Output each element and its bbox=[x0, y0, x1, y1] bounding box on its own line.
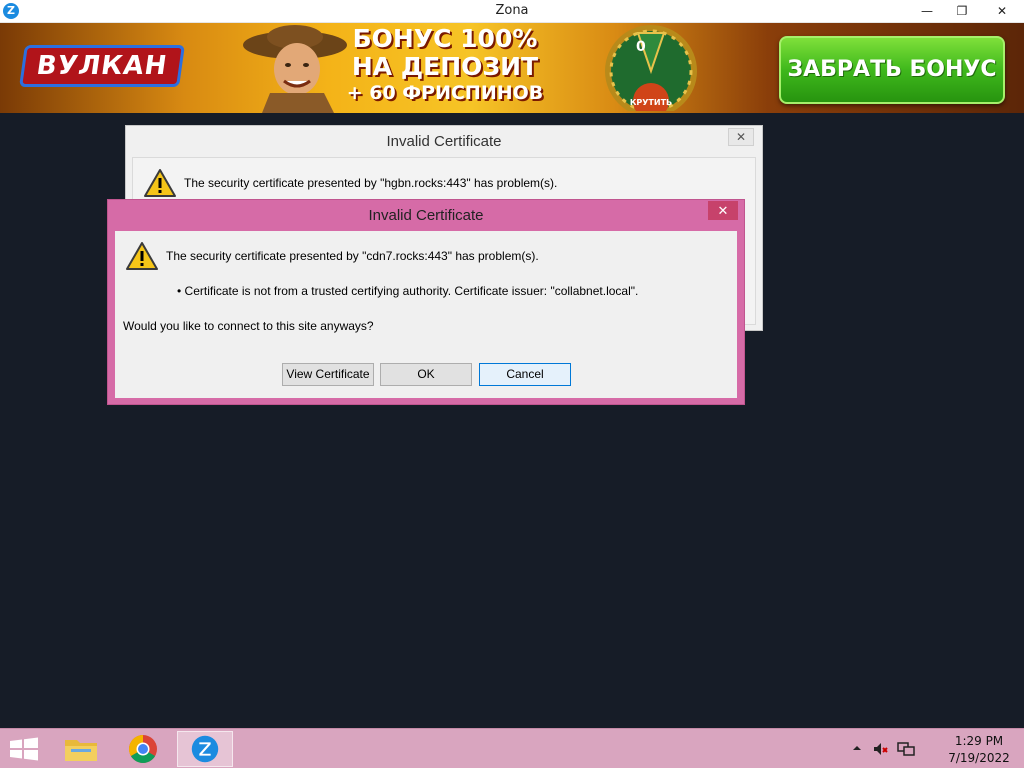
app-title: Zona bbox=[495, 3, 529, 18]
banner-offer-line2: НА ДЕПОЗИТ bbox=[351, 52, 539, 81]
certificate-dialog[interactable]: Invalid Certificate ✕ The security certi… bbox=[107, 199, 745, 405]
network-icon[interactable] bbox=[897, 740, 915, 758]
view-certificate-button[interactable]: View Certificate bbox=[282, 363, 374, 386]
banner-offer-line3: + 60 ФРИСПИНОВ bbox=[346, 82, 544, 104]
app-titlebar[interactable]: Z Zona — ❐ ✕ bbox=[0, 0, 1024, 23]
clock-time[interactable]: 1:29 PM bbox=[940, 734, 1018, 748]
banner-character-image bbox=[243, 25, 347, 113]
dialog-message: The security certificate presented by "h… bbox=[184, 176, 558, 190]
certificate-problem-item: • Certificate is not from a trusted cert… bbox=[177, 284, 639, 298]
dialog-message: The security certificate presented by "c… bbox=[166, 249, 539, 263]
banner-offer-text: БОНУС 100% НА ДЕПОЗИТ + 60 ФРИСПИНОВ bbox=[340, 25, 550, 105]
dialog-title: Invalid Certificate bbox=[368, 207, 484, 224]
ok-button[interactable]: OK bbox=[380, 363, 472, 386]
clock-date[interactable]: 7/19/2022 bbox=[940, 751, 1018, 765]
banner-spin-label: КРУТИТЬ bbox=[630, 98, 672, 107]
dialog-title: Invalid Certificate bbox=[386, 133, 502, 150]
banner-fortune-wheel[interactable]: 0 КРУТИТЬ bbox=[566, 25, 736, 111]
chrome-icon[interactable] bbox=[115, 731, 171, 767]
dialog-close-button[interactable]: ✕ bbox=[728, 128, 754, 146]
taskbar: 1:29 PM 7/19/2022 bbox=[0, 728, 1024, 768]
warning-icon bbox=[144, 169, 176, 197]
banner-offer-line1: БОНУС 100% bbox=[352, 24, 538, 53]
banner-wheel-label: 0 bbox=[636, 39, 646, 55]
volume-muted-icon[interactable] bbox=[872, 740, 890, 758]
dialog-close-button[interactable]: ✕ bbox=[708, 201, 738, 220]
show-hidden-icons-icon[interactable] bbox=[850, 741, 864, 755]
ad-banner[interactable]: ВУЛКАН БОНУС 100% НА ДЕПОЗИТ + 60 ФРИСПИ… bbox=[0, 23, 1024, 113]
dialog-body: The security certificate presented by "c… bbox=[115, 231, 737, 398]
banner-logo[interactable]: ВУЛКАН bbox=[19, 45, 185, 87]
zona-taskbar-icon[interactable] bbox=[177, 731, 233, 767]
dialog-question: Would you like to connect to this site a… bbox=[123, 319, 374, 333]
banner-logo-text: ВУЛКАН bbox=[34, 51, 170, 81]
claim-bonus-button[interactable]: ЗАБРАТЬ БОНУС bbox=[779, 36, 1005, 104]
start-button[interactable] bbox=[0, 729, 48, 768]
close-window-button[interactable]: ✕ bbox=[980, 0, 1024, 22]
warning-icon bbox=[126, 242, 158, 270]
restore-button[interactable]: ❐ bbox=[945, 0, 979, 22]
file-explorer-icon[interactable] bbox=[53, 731, 109, 767]
cancel-button[interactable]: Cancel bbox=[479, 363, 571, 386]
minimize-button[interactable]: — bbox=[910, 0, 944, 22]
